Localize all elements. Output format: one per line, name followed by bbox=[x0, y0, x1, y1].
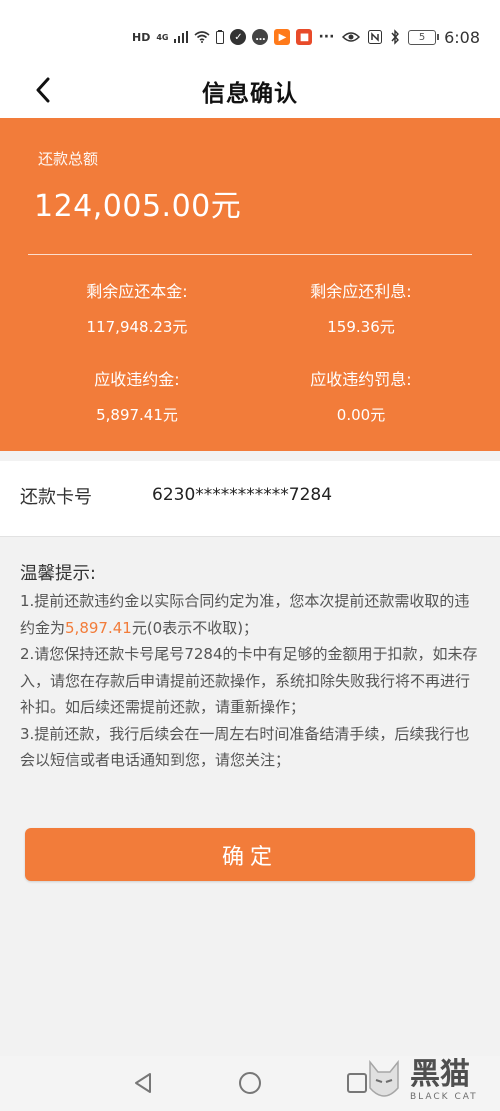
tip-item-3: 3.提前还款，我行后续会在一周左右时间准备结清手续，后续我行也会以短信或者电话通… bbox=[20, 724, 470, 770]
card-number-label: 还款卡号 bbox=[20, 487, 92, 508]
metric-value: 0.00元 bbox=[336, 406, 386, 424]
cat-logo-icon bbox=[369, 1059, 399, 1097]
signal-icon bbox=[174, 31, 189, 43]
tips-section: 温馨提示: 1.提前还款违约金以实际合同约定为准，您本次提前还款需收取的违约金为… bbox=[20, 560, 482, 774]
status-bar: HD 4G ✓ … ▶ ■ ··· 5 6:08 bbox=[0, 0, 500, 62]
confirm-button[interactable]: 确定 bbox=[25, 828, 475, 881]
wifi-icon bbox=[194, 31, 211, 43]
watermark-cn: 黑猫 bbox=[410, 1057, 470, 1092]
shield-icon: ✓ bbox=[230, 29, 247, 45]
clock: 6:08 bbox=[444, 27, 480, 47]
nfc-icon bbox=[368, 30, 383, 44]
total-amount: 124,005.00元 bbox=[34, 189, 242, 224]
chat-icon: … bbox=[252, 29, 269, 45]
metric-value: 5,897.41元 bbox=[96, 406, 178, 424]
watermark-text: 黑猫 BLACK CAT bbox=[410, 1060, 478, 1102]
hd-indicator: HD bbox=[132, 30, 151, 44]
card-number-value: 6230***********7284 bbox=[152, 485, 333, 505]
metric-label: 剩余应还本金: bbox=[86, 282, 188, 301]
video-app-icon: ▶ bbox=[274, 29, 291, 45]
watermark-en: BLACK CAT bbox=[410, 1092, 478, 1102]
more-icon: ··· bbox=[318, 29, 335, 45]
metric-value: 117,948.23元 bbox=[86, 318, 188, 336]
metric-penalty-interest: 应收违约罚息: 0.00元 bbox=[246, 366, 476, 425]
eye-icon bbox=[342, 32, 361, 42]
tip-item-1: 1.提前还款违约金以实际合同约定为准，您本次提前还款需收取的违约金为5,897.… bbox=[20, 588, 482, 641]
phone-battery-icon bbox=[216, 30, 225, 44]
status-left-icons: HD 4G ✓ … ▶ ■ ··· bbox=[132, 26, 334, 48]
summary-divider bbox=[28, 254, 472, 255]
repayment-summary-panel: 还款总额 124,005.00元 剩余应还本金: 117,948.23元 剩余应… bbox=[0, 118, 500, 451]
metric-principal: 剩余应还本金: 117,948.23元 bbox=[22, 278, 252, 337]
tip-item-2: 2.请您保持还款卡号尾号7284的卡中有足够的金额用于扣款，如未存入，请您在存款… bbox=[20, 645, 478, 716]
battery-icon: 5 bbox=[408, 29, 440, 45]
metric-label: 剩余应还利息: bbox=[310, 282, 412, 301]
page-title: 信息确认 bbox=[202, 81, 298, 107]
metric-penalty: 应收违约金: 5,897.41元 bbox=[22, 366, 252, 425]
total-label: 还款总额 bbox=[38, 150, 99, 168]
penalty-amount-highlight: 5,897.41 bbox=[65, 618, 132, 637]
card-number-row: 还款卡号 6230***********7284 bbox=[0, 461, 500, 537]
tips-title: 温馨提示: bbox=[20, 564, 96, 584]
system-navigation-bar: 黑猫 BLACK CAT bbox=[0, 1056, 500, 1111]
signal-label: 4G bbox=[156, 32, 169, 42]
tip-1-suffix: 元(0表示不收取)； bbox=[131, 618, 259, 637]
watermark: 黑猫 BLACK CAT bbox=[364, 1055, 492, 1107]
navigation-bar: 信息确认 bbox=[0, 62, 500, 118]
metric-label: 应收违约金: bbox=[94, 370, 180, 389]
home-circle-icon[interactable] bbox=[237, 1070, 263, 1096]
news-app-icon: ■ bbox=[296, 29, 313, 45]
metric-interest: 剩余应还利息: 159.36元 bbox=[246, 278, 476, 337]
confirm-button-label: 确定 bbox=[221, 844, 278, 870]
back-triangle-icon[interactable] bbox=[130, 1070, 156, 1096]
bluetooth-icon bbox=[391, 29, 400, 45]
metric-value: 159.36元 bbox=[327, 318, 395, 336]
battery-level: 5 bbox=[418, 31, 426, 43]
status-right-icons: 5 6:08 bbox=[342, 26, 480, 48]
metric-label: 应收违约罚息: bbox=[310, 370, 412, 389]
